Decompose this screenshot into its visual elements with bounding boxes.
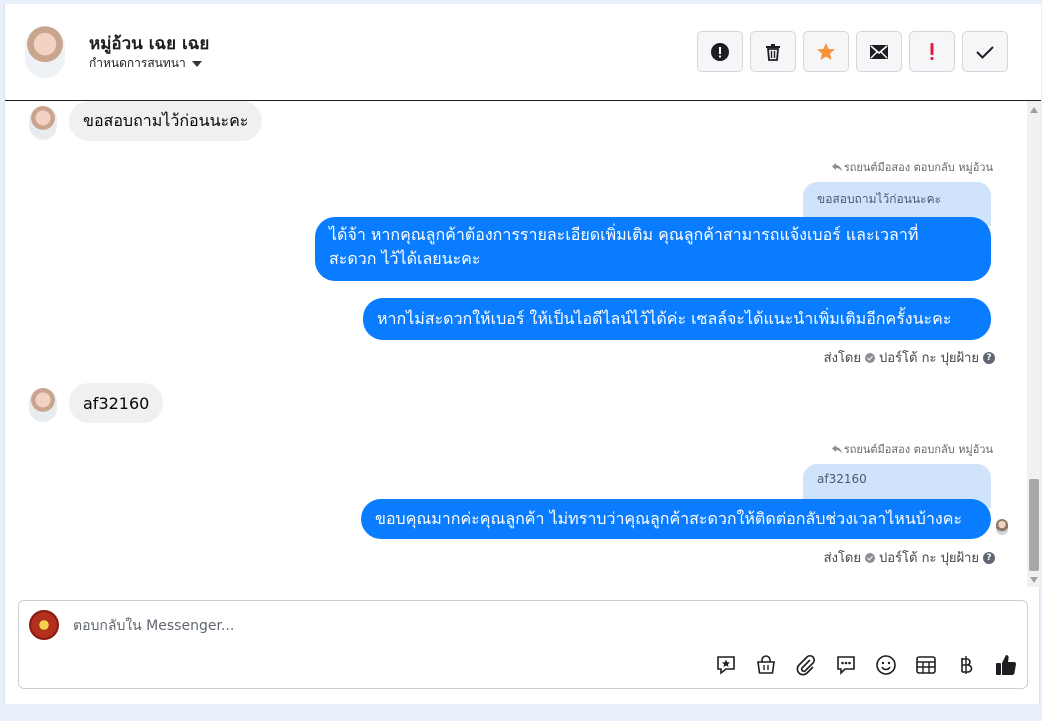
chat-panel: หมู่อ้วน เฉย เฉย กำหนดการสนทนา ขอสอบถามไ…: [4, 4, 1041, 704]
conversation-header: หมู่อ้วน เฉย เฉย กำหนดการสนทนา: [5, 4, 1041, 101]
star-icon: [817, 42, 835, 60]
check-icon: [976, 45, 994, 59]
reply-arrow-icon: [831, 444, 842, 454]
like-button[interactable]: [993, 652, 1019, 678]
sent-by-info: ส่งโดย ปอร์โต้ กะ ปุยฝ้าย ?: [824, 547, 995, 568]
message-list[interactable]: ขอสอบถามไว้ก่อนนะคะ รถยนต์มือสอง ตอบกลับ…: [5, 101, 1027, 587]
scroll-down-arrow-icon[interactable]: [1030, 577, 1038, 583]
verified-icon: [865, 352, 875, 363]
table-icon: [916, 656, 936, 674]
thumbs-up-icon: [996, 655, 1017, 676]
sticker-button[interactable]: [713, 652, 739, 678]
emoji-button[interactable]: [873, 652, 899, 678]
reply-arrow-icon: [831, 162, 842, 172]
outgoing-message-line: ได้จ้า หากคุณลูกค้าต้องการรายละเอียดเพิ่…: [329, 225, 919, 244]
contact-avatar-small[interactable]: [29, 388, 57, 422]
scrollbar-thumb[interactable]: [1029, 479, 1039, 571]
reply-context: รถยนต์มือสอง ตอบกลับ หมู่อ้วน: [831, 158, 993, 176]
delete-button[interactable]: [750, 31, 796, 72]
outgoing-message[interactable]: หากไม่สะดวกให้เบอร์ ให้เป็นไอดีไลน์ไว้ได…: [363, 298, 991, 340]
contact-name[interactable]: หมู่อ้วน เฉย เฉย: [89, 30, 209, 57]
sent-by-label: ส่งโดย: [823, 351, 861, 366]
payment-button[interactable]: [953, 652, 979, 678]
mark-unread-button[interactable]: [856, 31, 902, 72]
report-button[interactable]: [697, 31, 743, 72]
outgoing-message-line: สะดวก ไว้ได้เลยนะคะ: [329, 249, 481, 268]
saved-replies-button[interactable]: [833, 652, 859, 678]
help-icon[interactable]: ?: [983, 351, 995, 364]
reply-context: รถยนต์มือสอง ตอบกลับ หมู่อ้วน: [831, 440, 993, 458]
chat-bubble-icon: [837, 656, 855, 675]
envelope-icon: [870, 44, 888, 59]
exclamation-icon: [930, 42, 934, 60]
caret-down-icon: [191, 60, 202, 67]
header-actions: [697, 31, 1008, 72]
sender-name[interactable]: ปอร์โต้ กะ ปุยฝ้าย: [879, 347, 979, 368]
seen-avatar: [996, 519, 1008, 535]
shopping-bag-icon: [757, 655, 775, 674]
reply-context-text: รถยนต์มือสอง ตอบกลับ หมู่อ้วน: [843, 443, 993, 456]
reply-context-text: รถยนต์มือสอง ตอบกลับ หมู่อ้วน: [843, 161, 993, 174]
incoming-message[interactable]: ขอสอบถามไว้ก่อนนะคะ: [69, 101, 263, 141]
schedule-label: กำหนดการสนทนา: [89, 56, 186, 70]
paperclip-icon: [796, 654, 816, 676]
star-button[interactable]: [803, 31, 849, 72]
sender-name[interactable]: ปอร์โต้ กะ ปุยฝ้าย: [879, 547, 979, 568]
important-button[interactable]: [909, 31, 955, 72]
smiley-icon: [876, 655, 896, 675]
table-button[interactable]: [913, 652, 939, 678]
conversation-schedule-dropdown[interactable]: กำหนดการสนทนา: [89, 54, 202, 73]
sticker-icon: [717, 656, 735, 675]
scroll-up-arrow-icon[interactable]: [1030, 107, 1038, 113]
reply-input[interactable]: [73, 611, 973, 641]
sent-by-label: ส่งโดย: [823, 551, 861, 566]
contact-avatar[interactable]: [25, 26, 65, 78]
composer-toolbar: [713, 652, 1019, 678]
contact-avatar-small[interactable]: [29, 106, 57, 140]
page-avatar: [29, 610, 59, 640]
sent-by-info: ส่งโดย ปอร์โต้ กะ ปุยฝ้าย ?: [824, 347, 995, 368]
verified-icon: [865, 552, 875, 563]
alert-circle-icon: [711, 42, 729, 61]
baht-icon: [961, 656, 973, 674]
help-icon[interactable]: ?: [983, 551, 995, 564]
outgoing-message[interactable]: ขอบคุณมากค่ะคุณลูกค้า ไม่ทราบว่าคุณลูกค้…: [361, 499, 991, 539]
mark-done-button[interactable]: [962, 31, 1008, 72]
attach-button[interactable]: [793, 652, 819, 678]
message-composer: [18, 600, 1028, 689]
chat-scrollbar[interactable]: [1027, 101, 1041, 587]
incoming-message[interactable]: af32160: [69, 383, 164, 423]
trash-icon: [766, 43, 780, 61]
outgoing-message[interactable]: ได้จ้า หากคุณลูกค้าต้องการรายละเอียดเพิ่…: [315, 217, 991, 281]
shop-button[interactable]: [753, 652, 779, 678]
